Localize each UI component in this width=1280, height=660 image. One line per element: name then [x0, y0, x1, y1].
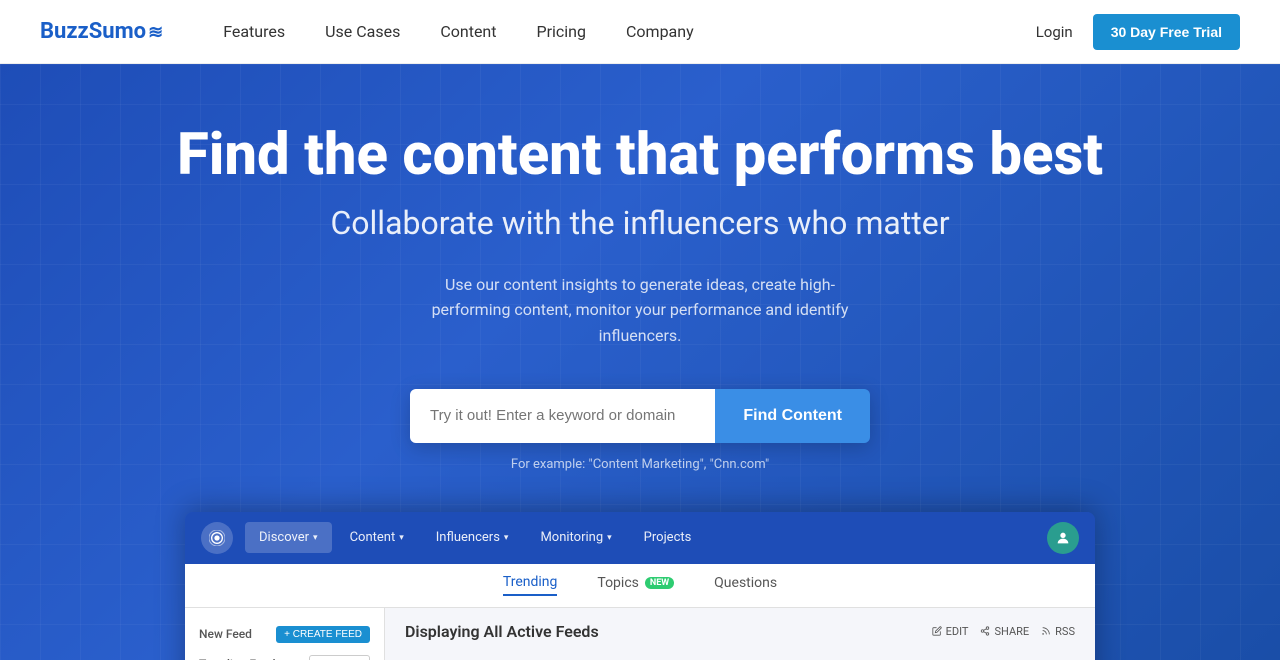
- edit-button[interactable]: EDIT: [932, 625, 969, 638]
- search-input[interactable]: [410, 389, 715, 443]
- share-label: SHARE: [994, 625, 1029, 638]
- navbar-actions: Login 30 Day Free Trial: [1036, 14, 1240, 50]
- app-content: New Feed + CREATE FEED Trending Feeds MA…: [185, 608, 1095, 660]
- chevron-down-icon: ▾: [607, 533, 612, 543]
- app-nav-projects[interactable]: Projects: [630, 522, 706, 553]
- main-nav: Features Use Cases Content Pricing Compa…: [223, 22, 1036, 41]
- app-logo-icon: [201, 522, 233, 554]
- nav-item-company[interactable]: Company: [626, 22, 694, 41]
- search-hint: For example: "Content Marketing", "Cnn.c…: [40, 457, 1240, 472]
- app-preview: Discover ▾ Content ▾ Influencers ▾ Monit…: [185, 512, 1095, 660]
- logo-buzz: BuzzSumo: [40, 19, 146, 44]
- app-navbar: Discover ▾ Content ▾ Influencers ▾ Monit…: [185, 512, 1095, 564]
- trial-button[interactable]: 30 Day Free Trial: [1093, 14, 1240, 50]
- chevron-down-icon: ▾: [504, 533, 509, 543]
- app-nav-content[interactable]: Content ▾: [336, 522, 418, 553]
- app-main-header: Displaying All Active Feeds EDIT SHARE: [405, 622, 1075, 641]
- manage-button[interactable]: MANAGE: [309, 655, 370, 660]
- tab-questions[interactable]: Questions: [714, 575, 777, 595]
- app-main: Displaying All Active Feeds EDIT SHARE: [385, 608, 1095, 660]
- hero-title: Find the content that performs best: [40, 124, 1240, 188]
- logo-text: BuzzSumo ≋: [40, 19, 163, 44]
- new-feed-label: New Feed: [199, 627, 252, 641]
- logo-wave: ≋: [148, 22, 163, 43]
- tab-topics[interactable]: Topics NEW: [597, 575, 674, 595]
- hero-subtitle: Collaborate with the influencers who mat…: [40, 204, 1240, 242]
- new-badge: NEW: [645, 577, 674, 589]
- app-nav-influencers[interactable]: Influencers ▾: [422, 522, 523, 553]
- app-avatar[interactable]: [1047, 522, 1079, 554]
- nav-item-features[interactable]: Features: [223, 22, 285, 41]
- share-button[interactable]: SHARE: [980, 625, 1029, 638]
- chevron-down-icon: ▾: [313, 533, 318, 543]
- sidebar-new-feed-row: New Feed + CREATE FEED: [185, 620, 384, 649]
- app-tabs: Trending Topics NEW Questions: [185, 564, 1095, 608]
- create-feed-button[interactable]: + CREATE FEED: [276, 626, 370, 643]
- app-nav-monitoring[interactable]: Monitoring ▾: [526, 522, 625, 553]
- sidebar-trending-feeds-row: Trending Feeds MANAGE: [185, 649, 384, 660]
- rss-button[interactable]: RSS: [1041, 625, 1075, 638]
- chevron-down-icon: ▾: [399, 533, 404, 543]
- nav-item-content[interactable]: Content: [440, 22, 496, 41]
- hero-section: Find the content that performs best Coll…: [0, 64, 1280, 660]
- edit-label: EDIT: [946, 625, 969, 638]
- find-content-button[interactable]: Find Content: [715, 389, 870, 443]
- brand-logo[interactable]: BuzzSumo ≋: [40, 19, 163, 44]
- hero-description: Use our content insights to generate ide…: [430, 272, 850, 349]
- navbar: BuzzSumo ≋ Features Use Cases Content Pr…: [0, 0, 1280, 64]
- nav-item-pricing[interactable]: Pricing: [537, 22, 587, 41]
- nav-item-use-cases[interactable]: Use Cases: [325, 22, 400, 41]
- feed-actions: EDIT SHARE RSS: [932, 625, 1075, 638]
- app-nav-discover[interactable]: Discover ▾: [245, 522, 332, 553]
- app-sidebar: New Feed + CREATE FEED Trending Feeds MA…: [185, 608, 385, 660]
- login-button[interactable]: Login: [1036, 23, 1073, 41]
- tab-trending[interactable]: Trending: [503, 574, 558, 596]
- feeds-title: Displaying All Active Feeds: [405, 622, 599, 641]
- search-bar: Find Content: [410, 389, 870, 443]
- rss-label: RSS: [1055, 625, 1075, 638]
